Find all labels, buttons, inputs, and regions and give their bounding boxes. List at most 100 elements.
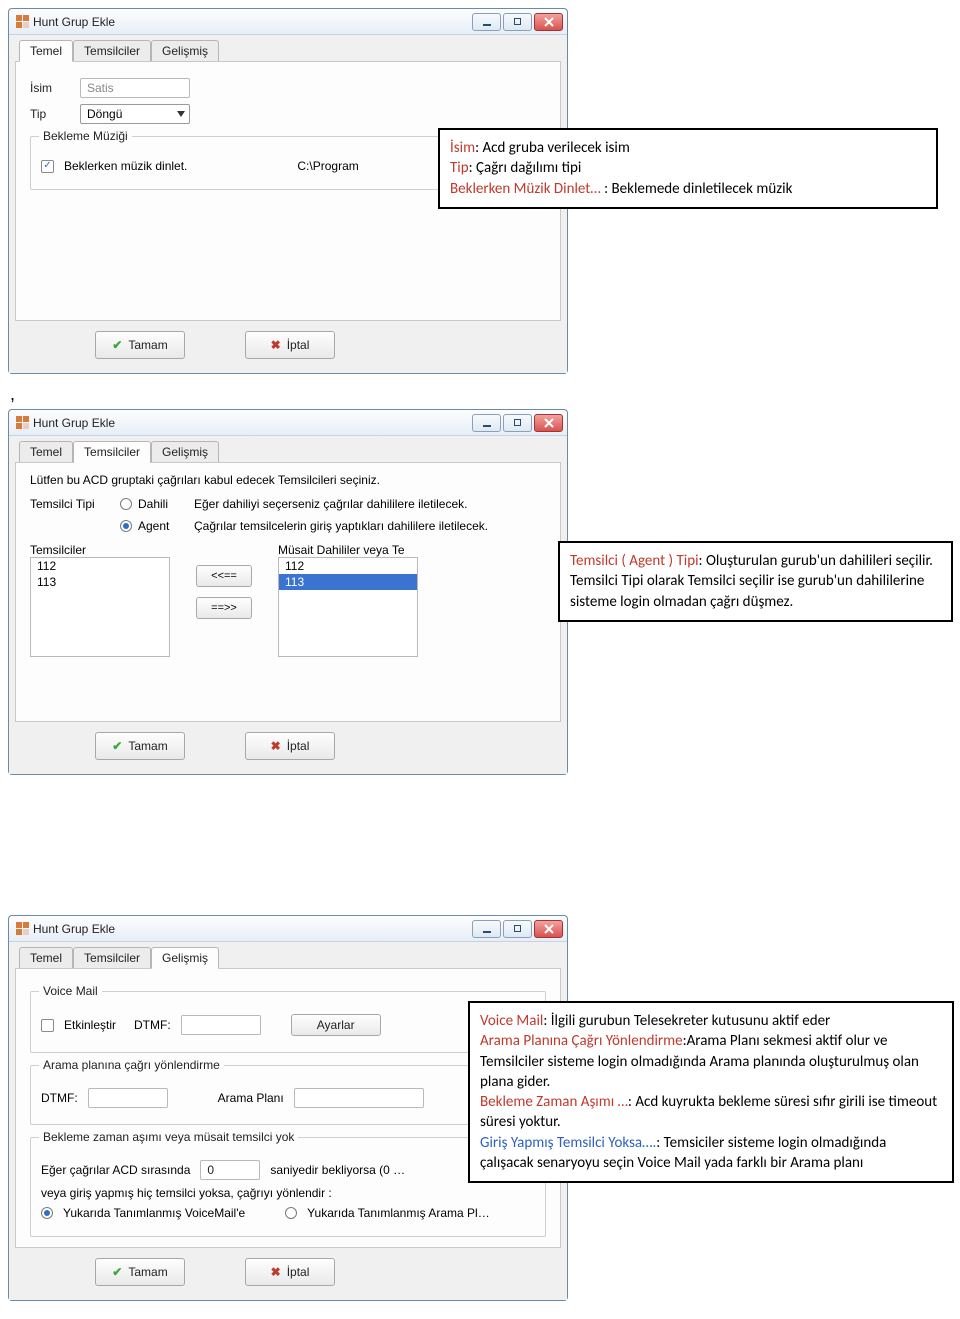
window-temsilciler: Hunt Grup Ekle Temel Temsilciler Gelişmi… [8, 409, 568, 775]
maximize-button-3[interactable] [503, 920, 532, 938]
input-ap-dtmf[interactable] [88, 1088, 168, 1108]
panel-temsilciler: Lütfen bu ACD gruptaki çağrıları kabul e… [15, 462, 561, 722]
callout-temel: İsim: Acd gruba verilecek isim Tip: Çağr… [438, 128, 938, 209]
c1-k1: İsim [450, 139, 475, 157]
input-arama-plani[interactable] [294, 1088, 424, 1108]
group-title-bz: Bekleme zaman aşımı veya müsait temsilci… [39, 1130, 298, 1144]
minimize-button[interactable] [472, 13, 501, 31]
titlebar-3: Hunt Grup Ekle [9, 916, 567, 942]
label-agent: Agent [138, 519, 188, 533]
tab-temel[interactable]: Temel [19, 40, 73, 62]
ok-button-2[interactable]: ✔Tamam [95, 732, 185, 760]
app-icon-3 [15, 922, 29, 936]
label-tip: Tip [30, 107, 70, 121]
label-list-left: Temsilciler [30, 543, 170, 557]
ok-button-3[interactable]: ✔ Tamam [95, 1258, 185, 1286]
c1-v1: : Acd gruba verilecek isim [475, 139, 630, 157]
combo-tip[interactable]: Döngü [80, 104, 190, 124]
cross-icon: ✖ [271, 338, 281, 352]
label-vm-enable: Etkinleştir [64, 1018, 116, 1032]
label-radio-aramaplani: Yukarıda Tanımlanmış Arama Pl… [307, 1206, 490, 1220]
cancel-button-2[interactable]: ✖ İptal [245, 732, 335, 760]
maximize-button[interactable] [503, 13, 532, 31]
ok-label: Tamam [128, 338, 167, 352]
radio-agent[interactable] [120, 520, 132, 532]
minimize-button-2[interactable] [472, 414, 501, 432]
checkbox-vm-enable[interactable] [41, 1019, 54, 1032]
close-button-2[interactable] [534, 414, 563, 432]
tab-gelismis-2[interactable]: Gelişmiş [151, 441, 219, 463]
tab-temel-3[interactable]: Temel [19, 947, 73, 969]
c3-k2: Arama Planına Çağrı Yönlendirme [480, 1032, 683, 1050]
c2-k1: Temsilci ( Agent ) Tipi [570, 552, 699, 570]
intro-text: Lütfen bu ACD gruptaki çağrıları kabul e… [30, 473, 546, 487]
label-dtmf-2: DTMF: [41, 1091, 78, 1105]
window-title: Hunt Grup Ekle [33, 15, 115, 29]
label-radio-voicemail: Yukarıda Tanımlanmış VoiceMail'e [63, 1206, 245, 1220]
checkbox-beklerken-muzik[interactable] [41, 160, 54, 173]
callout-temsilciler: Temsilci ( Agent ) Tipi: Oluşturulan gur… [558, 541, 953, 622]
c1-v2: : Çağrı dağılımı tipi [469, 159, 582, 177]
label-beklerken-muzik: Beklerken müzik dinlet. [64, 159, 187, 173]
tab-temsilciler-2[interactable]: Temsilciler [73, 441, 151, 463]
input-vm-dtmf[interactable] [181, 1015, 261, 1035]
label-dtmf: DTMF: [134, 1018, 171, 1032]
bz-text-line2: veya giriş yapmış hiç temsilci yoksa, ça… [41, 1186, 535, 1200]
radio-dahili[interactable] [120, 498, 132, 510]
close-button[interactable] [534, 13, 563, 31]
transfer-left-button[interactable]: <<== [196, 565, 252, 587]
listbox-dahililer[interactable]: 112 113 [278, 557, 418, 657]
close-button-3[interactable] [534, 920, 563, 938]
window-title-2: Hunt Grup Ekle [33, 416, 115, 430]
check-icon: ✔ [112, 1265, 122, 1279]
label-dahili: Dahili [138, 497, 188, 511]
maximize-button-2[interactable] [503, 414, 532, 432]
input-isim[interactable]: Satis [80, 78, 190, 98]
c1-v3: : Beklemede dinletilecek müzik [601, 180, 793, 198]
cross-icon: ✖ [271, 739, 281, 753]
group-title-vm: Voice Mail [39, 984, 102, 998]
ayarlar-button[interactable]: Ayarlar [291, 1014, 381, 1036]
tab-gelismis-3[interactable]: Gelişmiş [151, 947, 219, 969]
radio-arama-plani[interactable] [285, 1207, 297, 1219]
callout-gelismis: Voice Mail: İlgili gurubun Telesekreter … [468, 1001, 954, 1183]
ok-label-3: Tamam [128, 1265, 167, 1279]
list-item[interactable]: 113 [279, 574, 417, 590]
radio-voicemail[interactable] [41, 1207, 53, 1219]
label-list-right: Müsait Dahililer veya Te [278, 543, 418, 557]
cross-icon: ✖ [271, 1265, 281, 1279]
bz-text-post: saniyedir bekliyorsa (0 … [270, 1163, 405, 1177]
group-title-bekleme: Bekleme Müziği [39, 129, 132, 143]
cancel-label-2: İptal [287, 739, 310, 753]
c3-v1: : İlgili gurubun Telesekreter kutusunu a… [543, 1012, 830, 1030]
note-dahili: Eğer dahiliyi seçerseniz çağrılar dahili… [194, 497, 467, 511]
transfer-right-button[interactable]: ==>> [196, 597, 252, 619]
titlebar-2: Hunt Grup Ekle [9, 410, 567, 436]
window-title-3: Hunt Grup Ekle [33, 922, 115, 936]
list-item[interactable]: 112 [279, 558, 417, 574]
cancel-label: İptal [287, 338, 310, 352]
tab-temsilciler-3[interactable]: Temsilciler [73, 947, 151, 969]
cancel-button-3[interactable]: ✖ İptal [245, 1258, 335, 1286]
list-item[interactable]: 112 [31, 558, 169, 574]
ok-label-2: Tamam [128, 739, 167, 753]
list-item[interactable]: 113 [31, 574, 169, 590]
cancel-button[interactable]: ✖ İptal [245, 331, 335, 359]
ok-button[interactable]: ✔ Tamam [95, 331, 185, 359]
tab-gelismis[interactable]: Gelişmiş [151, 40, 219, 62]
tab-temel-2[interactable]: Temel [19, 441, 73, 463]
c3-k4: Giriş Yapmış Temsilci Yoksa…. [480, 1134, 656, 1152]
ayarlar-label: Ayarlar [317, 1018, 355, 1032]
tab-temsilciler[interactable]: Temsilciler [73, 40, 151, 62]
input-bz-seconds[interactable]: 0 [200, 1160, 260, 1180]
minimize-button-3[interactable] [472, 920, 501, 938]
cancel-label-3: İptal [287, 1265, 310, 1279]
app-icon-2 [15, 416, 29, 430]
text-music-path: C:\Program [297, 159, 358, 173]
bz-text-pre: Eğer çağrılar ACD sırasında [41, 1163, 190, 1177]
check-icon: ✔ [112, 338, 122, 352]
label-temsilci-tipi: Temsilci Tipi [30, 497, 110, 511]
chevron-down-icon [177, 111, 185, 117]
app-icon [15, 15, 29, 29]
listbox-temsilciler[interactable]: 112 113 [30, 557, 170, 657]
